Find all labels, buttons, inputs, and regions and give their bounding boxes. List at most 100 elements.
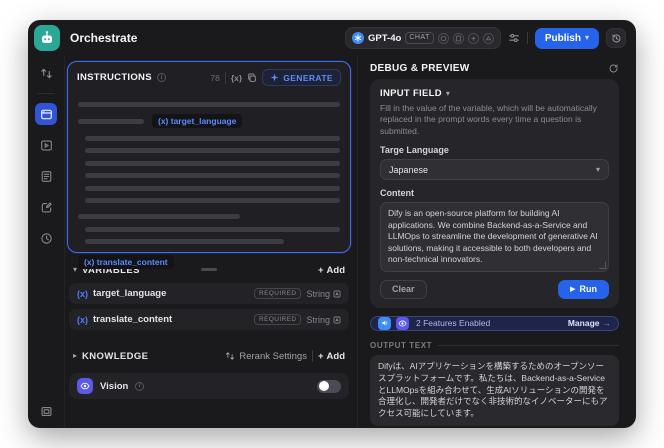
output-header: OUTPUT TEXT — [370, 341, 619, 350]
output-text-card: Difyは、AIアプリケーションを構築するためのオープンソースプラットフォームで… — [370, 354, 619, 427]
app-window: Orchestrate GPT-4o CHAT Publish ▾ INSTRU… — [28, 20, 636, 428]
target-language-label: Targe Language — [380, 145, 449, 156]
vision-label: Vision — [100, 380, 129, 392]
input-field-description: Fill in the value of the variable, which… — [380, 103, 597, 136]
rail-divider — [37, 93, 55, 94]
model-name: GPT-4o — [368, 32, 402, 44]
topbar-left: Orchestrate — [34, 25, 137, 51]
chevron-down-icon: ▾ — [445, 88, 451, 98]
topbar-divider — [526, 32, 528, 44]
char-count: 78 — [210, 72, 220, 83]
variable-icon: (x) — [77, 314, 88, 325]
copy-icon[interactable] — [247, 73, 257, 83]
refresh-icon[interactable] — [608, 63, 619, 74]
model-capability-icon-1 — [437, 32, 449, 44]
chevron-down-icon: ▾ — [595, 164, 600, 174]
model-params-icon[interactable] — [508, 32, 520, 44]
history-button[interactable] — [606, 28, 626, 48]
input-field-card: INPUT FIELD ▾ Fill in the value of the v… — [370, 79, 619, 308]
instructions-content[interactable]: (x) target_language (x) translate_conten… — [68, 89, 350, 274]
rail-item-history-icon[interactable] — [35, 227, 57, 249]
output-title: OUTPUT TEXT — [370, 340, 433, 350]
header-divider — [224, 71, 226, 84]
vision-feature-icon — [396, 316, 409, 330]
resize-corner-icon[interactable] — [599, 261, 606, 269]
plus-icon: + — [317, 350, 324, 362]
instructions-header: INSTRUCTIONS i 78 {x} GENERATE — [68, 62, 350, 89]
generate-button[interactable]: GENERATE — [262, 69, 341, 86]
rerank-icon — [226, 352, 235, 360]
features-enabled-bar[interactable]: 2 Features Enabled Manage → — [370, 315, 619, 331]
input-field-header[interactable]: INPUT FIELD ▾ — [380, 88, 609, 99]
resize-handle[interactable] — [201, 267, 217, 271]
selected-language: Japanese — [389, 164, 429, 175]
orchestrate-panel: INSTRUCTIONS i 78 {x} GENERATE (x) targe… — [65, 56, 357, 428]
variable-type[interactable]: String — [306, 315, 341, 325]
debug-header: DEBUG & PREVIEW — [370, 63, 619, 74]
info-icon: i — [156, 73, 166, 82]
app-robot-icon[interactable] — [34, 25, 60, 51]
openai-icon — [352, 32, 365, 44]
model-capability-icon-2 — [452, 32, 464, 44]
rail-item-orchestrate-icon[interactable] — [35, 103, 57, 125]
variable-row-target-language[interactable]: (x) target_language REQUIRED String — [69, 283, 349, 304]
rail-item-annotation-icon[interactable] — [35, 196, 57, 218]
knowledge-header[interactable]: ▸ KNOWLEDGE Rerank Settings + Add — [67, 343, 351, 369]
topbar: Orchestrate GPT-4o CHAT Publish ▾ — [28, 20, 636, 56]
knowledge-title: KNOWLEDGE — [82, 350, 149, 362]
variable-name: translate_content — [93, 314, 173, 325]
play-icon: ▶ — [570, 286, 576, 294]
chevron-down-icon: ▾ — [584, 33, 589, 42]
generate-label: GENERATE — [283, 72, 333, 83]
vision-toggle[interactable] — [317, 379, 341, 393]
add-label: Add — [326, 350, 345, 362]
variable-name: target_language — [93, 288, 167, 299]
knowledge-divider — [311, 350, 313, 362]
chat-mode-badge: CHAT — [405, 32, 434, 44]
content-textarea[interactable]: Dify is an open-source platform for buil… — [380, 202, 609, 272]
insert-variable-button[interactable]: {x} — [231, 73, 242, 83]
variable-tag-target-language[interactable]: (x) target_language — [152, 114, 243, 128]
window-body: INSTRUCTIONS i 78 {x} GENERATE (x) targe… — [28, 56, 636, 428]
input-actions: Clear ▶ Run — [380, 279, 609, 299]
publish-button[interactable]: Publish ▾ — [534, 27, 599, 49]
instructions-editor[interactable]: INSTRUCTIONS i 78 {x} GENERATE (x) targe… — [67, 61, 351, 271]
page-title: Orchestrate — [70, 31, 138, 45]
debug-preview-panel: DEBUG & PREVIEW INPUT FIELD ▾ Fill in th… — [357, 56, 636, 428]
string-type-icon — [333, 290, 341, 297]
model-capability-icon-4 — [482, 32, 494, 44]
vision-feature-row: Vision i — [69, 373, 349, 399]
model-selector[interactable]: GPT-4o CHAT — [345, 27, 501, 49]
rail-item-collapse-icon[interactable] — [35, 400, 57, 422]
output-divider — [438, 344, 619, 346]
arrow-right-icon: → — [602, 318, 612, 329]
variable-row-translate-content[interactable]: (x) translate_content REQUIRED String — [69, 309, 349, 330]
required-badge: REQUIRED — [253, 288, 302, 299]
manage-features-button[interactable]: Manage → — [568, 318, 611, 328]
info-icon: i — [135, 381, 145, 391]
sparkle-icon — [270, 73, 279, 82]
required-badge: REQUIRED — [253, 314, 302, 325]
chevron-right-icon: ▸ — [73, 351, 78, 360]
input-field-title: INPUT FIELD — [380, 88, 442, 99]
run-button[interactable]: ▶ Run — [558, 279, 609, 299]
rerank-label: Rerank Settings — [239, 350, 307, 362]
target-language-select[interactable]: Japanese ▾ — [380, 159, 609, 181]
manage-label: Manage — [567, 318, 600, 329]
topbar-right: GPT-4o CHAT Publish ▾ — [345, 27, 626, 49]
add-knowledge-button[interactable]: + Add — [318, 351, 345, 362]
rail-item-preview-icon[interactable] — [35, 134, 57, 156]
variable-tag-translate-content[interactable]: (x) translate_content — [78, 254, 174, 269]
variable-type[interactable]: String — [306, 289, 341, 299]
variable-icon: (x) — [77, 288, 88, 299]
features-enabled-text: 2 Features Enabled — [416, 318, 491, 329]
tts-feature-icon — [378, 316, 391, 330]
rail-item-logs-icon[interactable] — [35, 165, 57, 187]
publish-label: Publish — [544, 32, 581, 44]
eye-icon — [77, 378, 93, 394]
debug-title: DEBUG & PREVIEW — [370, 63, 470, 74]
model-capability-icon-3 — [467, 32, 479, 44]
rerank-settings-button[interactable]: Rerank Settings — [225, 351, 307, 362]
clear-button[interactable]: Clear — [380, 279, 427, 299]
rail-item-switch-icon[interactable] — [35, 62, 57, 84]
